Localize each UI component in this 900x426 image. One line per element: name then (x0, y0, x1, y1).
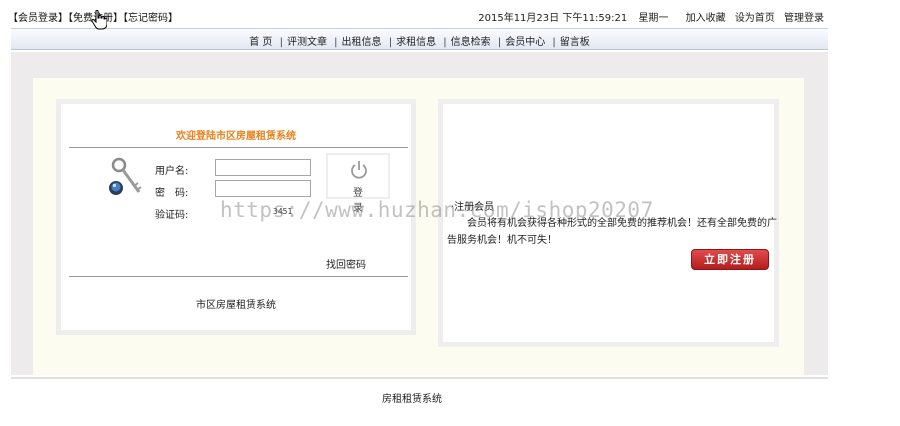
nav-separator: | (497, 37, 502, 48)
nav-item-guestbook[interactable]: 留言板 (560, 37, 590, 48)
datetime: 2015年11月23日 下午11:59:21 (478, 13, 628, 24)
nav-item-member-center[interactable]: 会员中心 (505, 37, 545, 48)
add-favorite-link[interactable]: 加入收藏 (686, 13, 726, 24)
nav-separator: | (443, 37, 447, 48)
register-panel: ·注册会员 会员将有机会获得各种形式的全部免费的推荐机会！还有全部免费的广告服务… (438, 99, 779, 347)
key-icon (109, 157, 142, 195)
member-login-link[interactable]: 【会员登录】 (8, 13, 68, 24)
captcha-label: 验证码: (155, 210, 189, 221)
set-homepage-link[interactable]: 设为首页 (735, 13, 775, 24)
main-band: 欢迎登陆市区房屋租赁系统 用户名: 密 码: 验证码: 3451 登录 找回密码… (11, 52, 828, 375)
weekday: 星期一 (638, 13, 669, 24)
nav-item-articles[interactable]: 评测文章 (287, 37, 327, 48)
divider (69, 276, 408, 277)
divider (69, 147, 408, 148)
admin-login-link[interactable]: 管理登录 (784, 13, 824, 24)
login-button[interactable]: 登录 (326, 153, 390, 214)
username-input[interactable] (215, 159, 311, 176)
nav-separator: | (279, 37, 283, 48)
footer-text: 房租租赁系统 (382, 394, 442, 405)
top-bar: 【会员登录】【免费注册】【忘记密码】 2015年11月23日 下午11:59:2… (0, 0, 828, 28)
register-now-button[interactable]: 立即注册 (691, 249, 769, 270)
main-nav: 首 页 | 评测文章 | 出租信息 | 求租信息 | 信息检索 | 会员中心 | 留言板 (11, 28, 828, 50)
footer-divider (11, 377, 828, 379)
nav-separator: | (388, 37, 393, 48)
login-button-label: 登录 (353, 188, 377, 214)
nav-item-search[interactable]: 信息检索 (451, 37, 491, 48)
content-area: 欢迎登陆市区房屋租赁系统 用户名: 密 码: 验证码: 3451 登录 找回密码… (33, 78, 804, 375)
login-panel-footer: 市区房屋租赁系统 (196, 300, 276, 311)
nav-item-wanted[interactable]: 求租信息 (396, 37, 436, 48)
power-icon (351, 161, 367, 179)
topbar-right: 2015年11月23日 下午11:59:21 星期一 加入收藏 设为首页 管理登… (470, 9, 824, 24)
register-heading: ·注册会员 (451, 202, 495, 213)
password-input[interactable] (215, 180, 311, 197)
nav-item-rent-out[interactable]: 出租信息 (342, 37, 382, 48)
forgot-password-link[interactable]: 【忘记密码】 (123, 13, 178, 24)
nav-item-home[interactable]: 首 页 (249, 37, 272, 48)
username-label: 用户名: (155, 166, 189, 177)
login-title: 欢迎登陆市区房屋租赁系统 (176, 131, 296, 142)
password-label: 密 码: (155, 188, 189, 199)
login-panel: 欢迎登陆市区房屋租赁系统 用户名: 密 码: 验证码: 3451 登录 找回密码… (56, 99, 416, 335)
nav-separator: | (552, 37, 556, 48)
nav-separator: | (334, 37, 338, 48)
retrieve-password-link[interactable]: 找回密码 (326, 256, 366, 271)
register-description: 会员将有机会获得各种形式的全部免费的推荐机会！还有全部免费的广告服务机会！机不可… (447, 218, 777, 246)
hand-cursor-icon (91, 10, 107, 30)
captcha-image: 3451 (273, 207, 293, 216)
